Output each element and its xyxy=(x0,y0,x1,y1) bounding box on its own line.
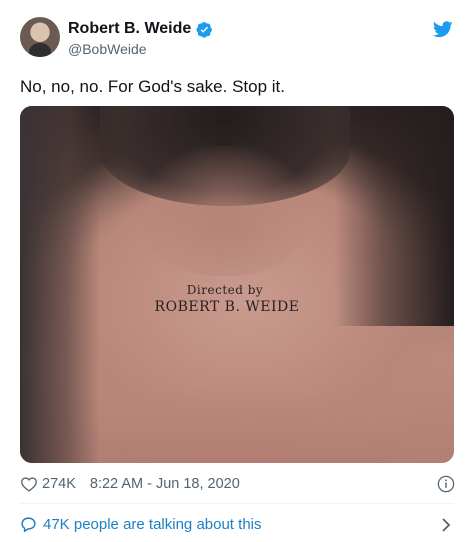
twitter-bird-icon[interactable] xyxy=(433,21,453,38)
author-handle[interactable]: @BobWeide xyxy=(68,41,147,57)
author-name-row[interactable]: Robert B. Weide xyxy=(68,20,213,38)
timestamp[interactable]: 8:22 AM - Jun 18, 2020 xyxy=(90,476,240,492)
tattoo-line-1: Directed by xyxy=(186,283,264,297)
author-name[interactable]: Robert B. Weide xyxy=(68,20,191,38)
verified-badge-icon xyxy=(196,21,213,38)
chevron-right-icon[interactable] xyxy=(440,517,452,533)
conversation-label[interactable]: 47K people are talking about this xyxy=(43,516,262,533)
info-icon[interactable] xyxy=(437,475,455,493)
avatar[interactable] xyxy=(20,17,60,57)
speech-bubble-icon xyxy=(21,517,36,533)
tweet-meta: 274K 8:22 AM - Jun 18, 2020 xyxy=(20,476,240,492)
photo-neck xyxy=(140,146,310,276)
tweet-text: No, no, no. For God's sake. Stop it. xyxy=(20,77,285,96)
heart-icon[interactable] xyxy=(20,476,38,492)
divider xyxy=(20,503,454,504)
like-count[interactable]: 274K xyxy=(42,476,76,492)
tattoo-line-2: ROBERT B. WEIDE xyxy=(154,299,300,315)
tweet-photo[interactable]: Directed by ROBERT B. WEIDE xyxy=(20,106,454,463)
tweet-card: Robert B. Weide @BobWeide No, no, no. Fo… xyxy=(0,0,474,542)
conversation-link[interactable]: 47K people are talking about this xyxy=(20,516,262,533)
